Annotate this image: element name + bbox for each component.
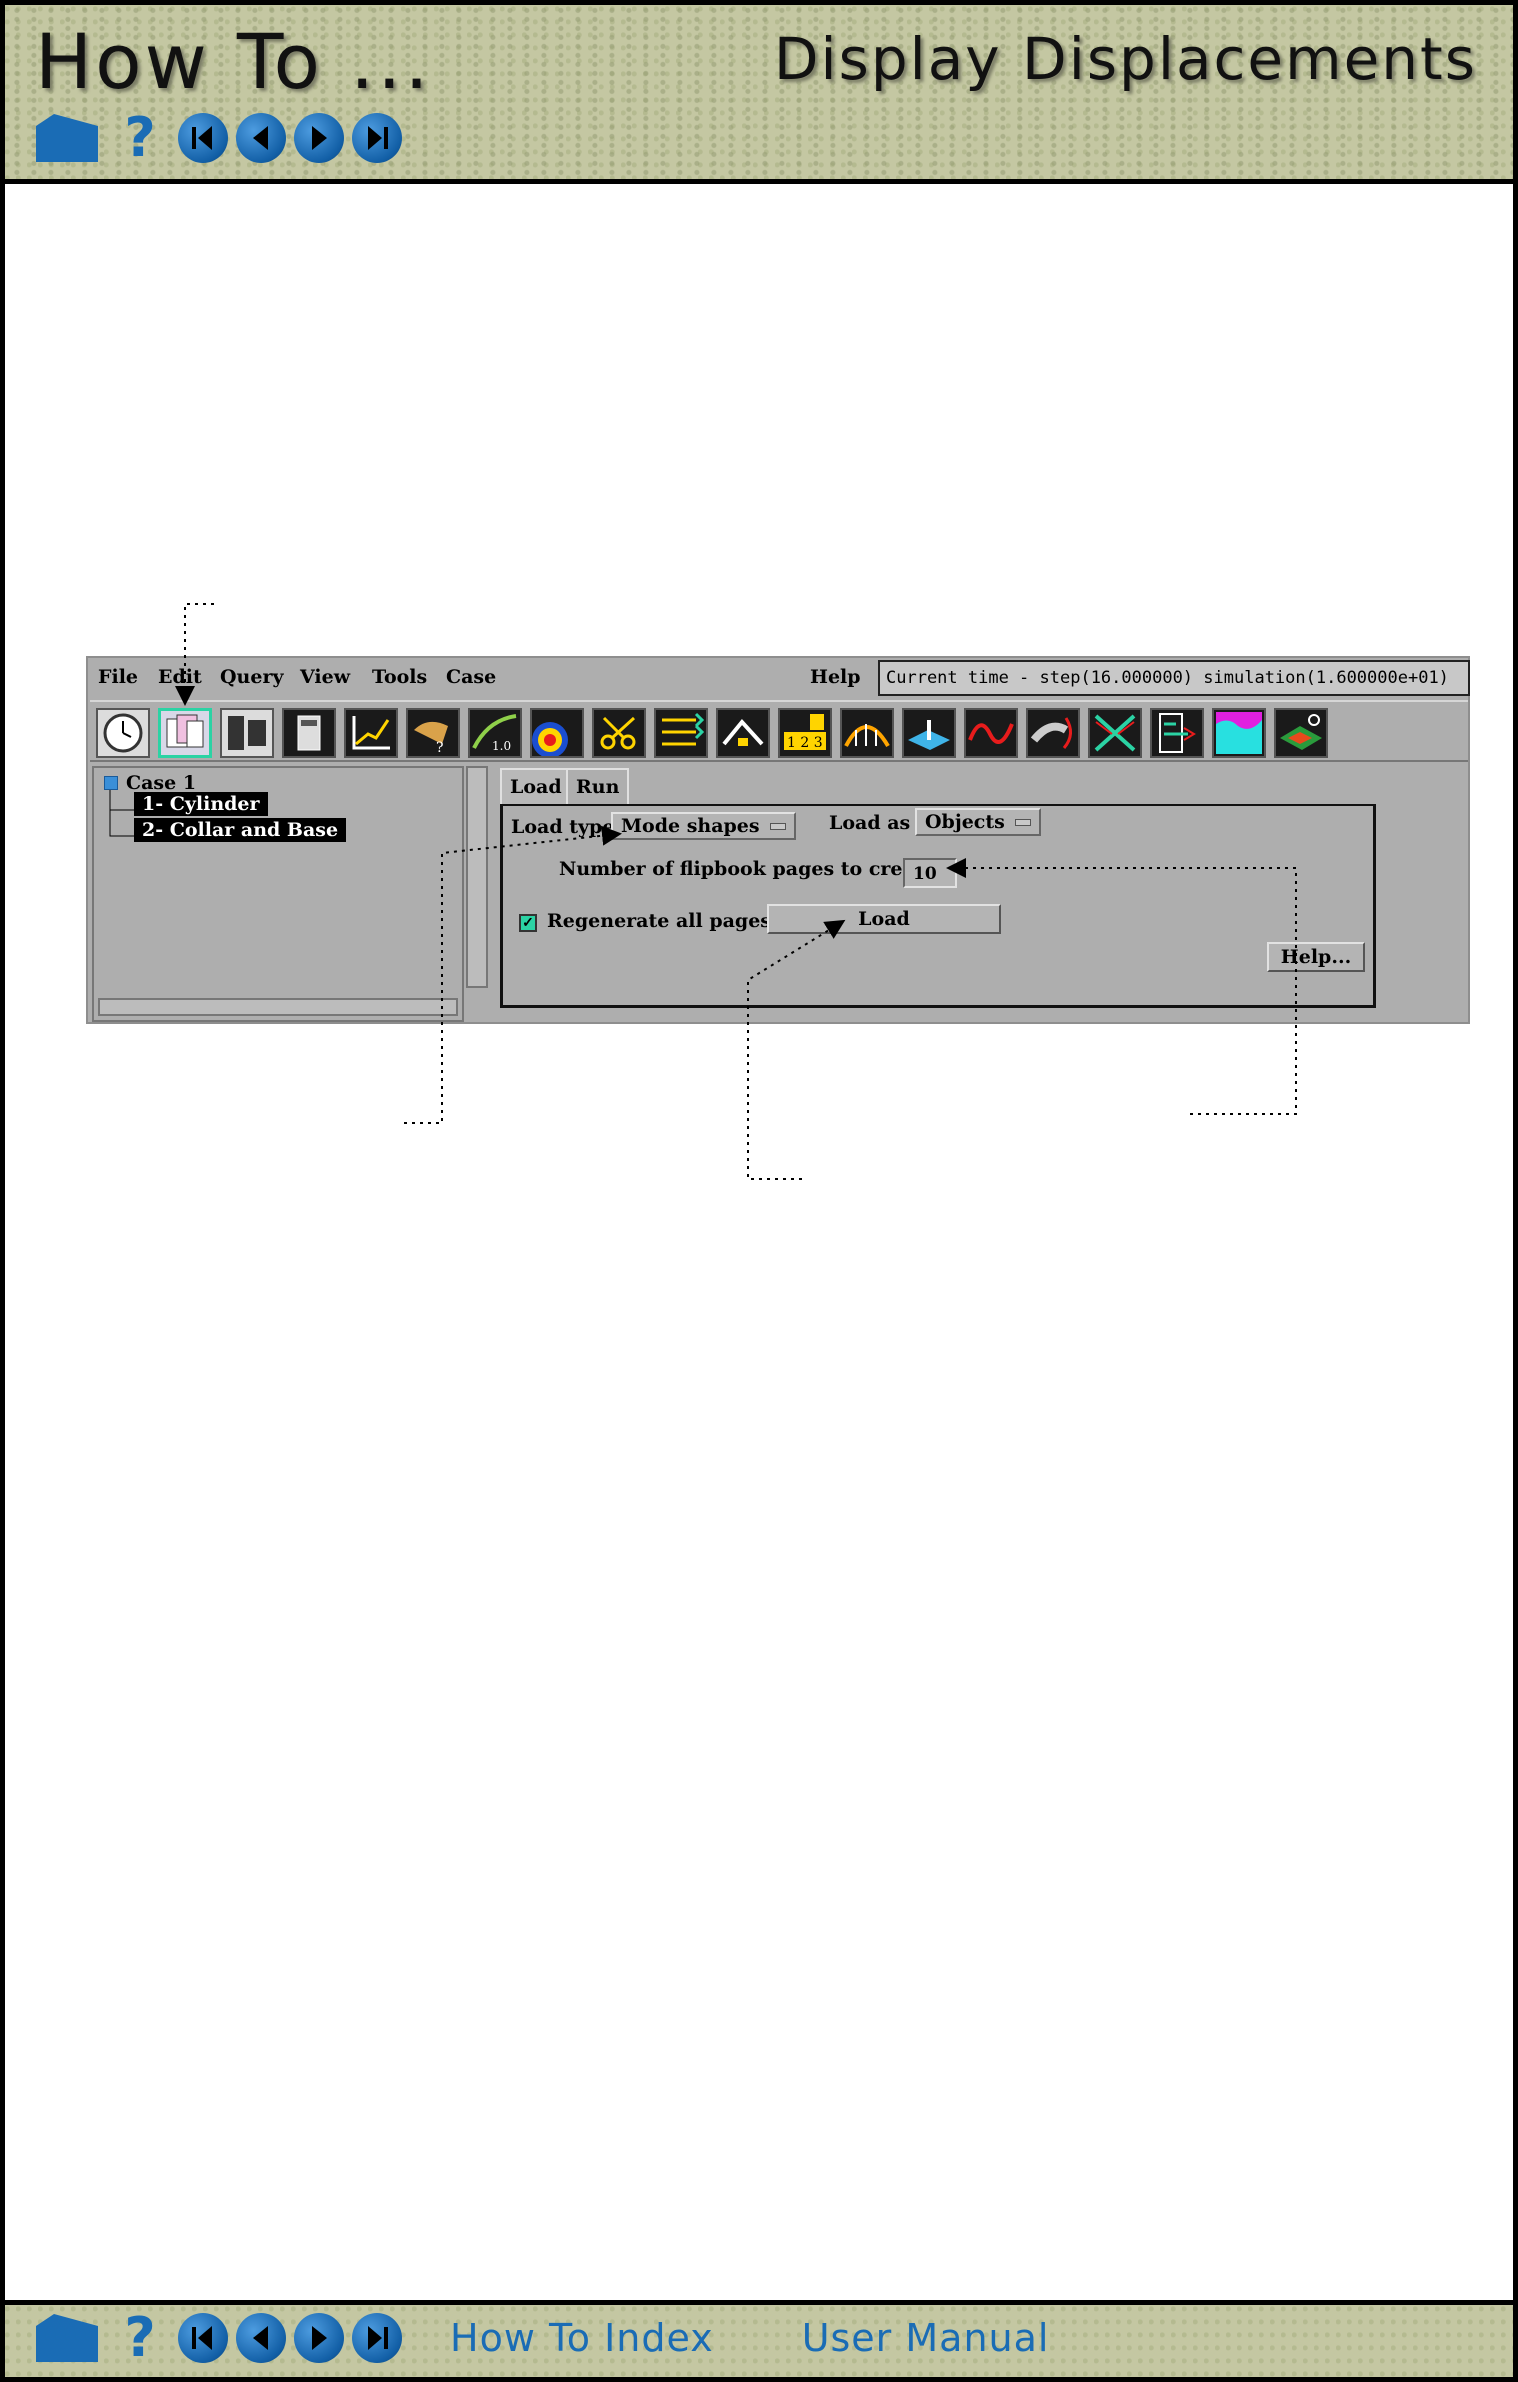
load-as-dropdown[interactable]: Objects	[915, 808, 1041, 836]
flipbook-icon[interactable]	[158, 708, 212, 758]
toolbar: ? 1.0 1 2 3	[90, 700, 1468, 762]
help-icon[interactable]: ?	[120, 2311, 160, 2365]
menu-case[interactable]: Case	[446, 666, 496, 688]
regenerate-checkbox[interactable]: ✓	[519, 914, 537, 932]
help-button[interactable]: Help...	[1267, 942, 1365, 972]
first-page-icon[interactable]	[178, 113, 228, 163]
help-icon[interactable]: ?	[120, 111, 160, 165]
menu-edit[interactable]: Edit	[158, 666, 202, 688]
flipbook-pages-label: Number of flipbook pages to create	[559, 858, 936, 880]
menu-view[interactable]: View	[300, 666, 350, 688]
elevated-surface-icon[interactable]	[716, 708, 770, 758]
home-icon[interactable]	[34, 112, 100, 164]
status-display: Current time - step(16.000000) simulatio…	[878, 660, 1470, 696]
bottom-nav: ? How To Index User Manual	[34, 2311, 1050, 2365]
load-type-dropdown[interactable]: Mode shapes	[611, 812, 796, 840]
clip-icon[interactable]	[592, 708, 646, 758]
clock-icon[interactable]	[96, 708, 150, 758]
last-page-icon[interactable]	[352, 2313, 402, 2363]
regenerate-label: Regenerate all pages	[547, 910, 771, 932]
svg-text:1 2 3: 1 2 3	[787, 735, 823, 751]
load-as-value: Objects	[925, 811, 1005, 833]
particle-trace-icon[interactable]	[1026, 708, 1080, 758]
profile-icon[interactable]	[840, 708, 894, 758]
dropdown-indicator-icon	[1014, 818, 1031, 826]
part-item-collar-and-base[interactable]: 2- Collar and Base	[134, 818, 347, 842]
user-manual-link[interactable]: User Manual	[802, 2316, 1050, 2360]
part-tree: Case 1 1- Cylinder 2- Collar and Base	[92, 766, 464, 1022]
contour-icon[interactable]	[530, 708, 584, 758]
load-tab-panel: Load type Mode shapes Load as Objects Nu…	[500, 804, 1376, 1008]
previous-page-icon[interactable]	[236, 2313, 286, 2363]
menu-file[interactable]: File	[98, 666, 138, 688]
scale-icon[interactable]: 1.0	[468, 708, 522, 758]
plotter-icon[interactable]	[344, 708, 398, 758]
svg-text:1.0: 1.0	[492, 739, 511, 753]
top-nav: ?	[34, 111, 406, 165]
tab-load[interactable]: Load	[500, 768, 572, 804]
separation-icon[interactable]	[1088, 708, 1142, 758]
previous-page-icon[interactable]	[236, 113, 286, 163]
tree-horizontal-scrollbar[interactable]	[98, 998, 458, 1016]
tab-run[interactable]: Run	[566, 768, 630, 804]
menu-bar: File Edit Query View Tools Case Help Cur…	[88, 658, 1470, 698]
load-as-label: Load as	[829, 812, 911, 834]
vector-arrows-icon[interactable]	[654, 708, 708, 758]
menu-help[interactable]: Help	[810, 666, 861, 688]
count-icon[interactable]: 1 2 3	[778, 708, 832, 758]
part-item-cylinder[interactable]: 1- Cylinder	[134, 792, 268, 816]
last-page-icon[interactable]	[352, 113, 402, 163]
case-icon	[104, 776, 118, 790]
first-page-icon[interactable]	[178, 2313, 228, 2363]
load-button[interactable]: Load	[767, 904, 1001, 934]
material-icon[interactable]	[1274, 708, 1328, 758]
calculator-icon[interactable]	[282, 708, 336, 758]
isosurface-icon[interactable]	[1150, 708, 1204, 758]
query-interactive-icon[interactable]: ?	[406, 708, 460, 758]
load-type-value: Mode shapes	[621, 815, 760, 837]
svg-text:?: ?	[436, 740, 444, 756]
menu-tools[interactable]: Tools	[372, 666, 427, 688]
ensight-window: File Edit Query View Tools Case Help Cur…	[86, 656, 1470, 1024]
page-subtitle: Display Displacements	[773, 25, 1477, 93]
howto-index-link[interactable]: How To Index	[450, 2316, 714, 2360]
home-icon[interactable]	[34, 2312, 100, 2364]
load-type-label: Load type	[511, 816, 615, 838]
content-area	[5, 184, 1513, 2300]
line-plot-icon[interactable]	[964, 708, 1018, 758]
extrude-icon[interactable]	[902, 708, 956, 758]
menu-query[interactable]: Query	[220, 666, 284, 688]
tree-vertical-scrollbar[interactable]	[466, 766, 488, 988]
surface-icon[interactable]	[1212, 708, 1266, 758]
page-title: How To ...	[35, 17, 432, 106]
next-page-icon[interactable]	[294, 113, 344, 163]
next-page-icon[interactable]	[294, 2313, 344, 2363]
query-table-icon[interactable]	[220, 708, 274, 758]
dropdown-indicator-icon	[769, 822, 786, 830]
flipbook-pages-input[interactable]: 10	[903, 858, 957, 888]
